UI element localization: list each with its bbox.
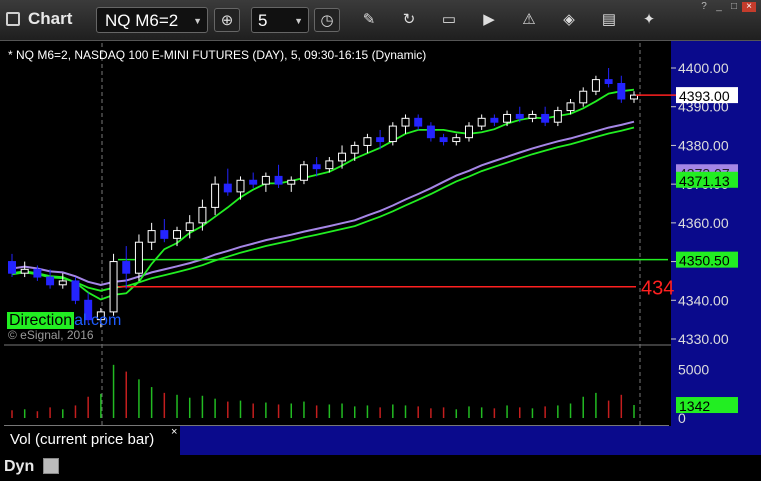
candle-body bbox=[439, 137, 448, 143]
candle-body bbox=[566, 102, 575, 112]
candle-body bbox=[541, 113, 550, 123]
candle-body bbox=[617, 82, 626, 100]
price-chart[interactable]: 434 4330.004340.004350.004360.004370.004… bbox=[0, 41, 761, 455]
candle-body bbox=[553, 110, 562, 123]
candle-body bbox=[376, 137, 385, 143]
candle-body bbox=[33, 268, 42, 278]
app-title: Chart bbox=[28, 9, 73, 28]
volume-study-label[interactable]: Vol (current price bar) bbox=[10, 431, 154, 448]
candle-body bbox=[211, 183, 220, 208]
candle-body bbox=[147, 230, 156, 243]
candle-body bbox=[477, 117, 486, 127]
candle-body bbox=[414, 117, 423, 127]
candle-body bbox=[579, 90, 588, 104]
chart-header: * NQ M6=2, NASDAQ 100 E-MINI FUTURES (DA… bbox=[8, 48, 427, 62]
volume-tag: 1342 bbox=[679, 398, 710, 414]
symbol-value: NQ M6=2 bbox=[105, 11, 179, 30]
candle-body bbox=[71, 280, 80, 301]
target-icon[interactable]: ⊕ bbox=[214, 8, 240, 32]
comment-icon[interactable]: ▤ bbox=[596, 8, 622, 32]
volume-tick-label: 5000 bbox=[678, 362, 709, 378]
candle-body bbox=[109, 261, 118, 313]
candle-body bbox=[122, 261, 131, 274]
candle-body bbox=[236, 179, 245, 193]
candle-body bbox=[134, 241, 143, 274]
candle-body bbox=[20, 268, 29, 274]
candle-body bbox=[528, 113, 537, 119]
price-tag-level-green: 4350.50 bbox=[679, 253, 730, 269]
candle-body bbox=[591, 79, 600, 92]
clock-icon[interactable]: ◷ bbox=[314, 8, 340, 32]
candle-body bbox=[312, 164, 321, 170]
y-tick-label: 4360.00 bbox=[678, 215, 729, 231]
interval-value: 5 bbox=[258, 11, 268, 30]
symbol-input[interactable]: NQ M6=2 ▼ bbox=[96, 7, 208, 33]
y-tick-label: 4380.00 bbox=[678, 137, 729, 153]
window-menu-icon[interactable] bbox=[6, 12, 20, 26]
candle-body bbox=[185, 222, 194, 232]
alert-icon[interactable]: ⚠ bbox=[516, 8, 542, 32]
price-tag-last: 4393.00 bbox=[679, 88, 730, 104]
candle-body bbox=[287, 179, 296, 185]
settings-icon[interactable] bbox=[43, 458, 59, 474]
pencil-icon[interactable]: ✎ bbox=[356, 8, 382, 32]
candle-body bbox=[249, 179, 258, 185]
y-tick-label: 4400.00 bbox=[678, 60, 729, 76]
candle-body bbox=[401, 117, 410, 127]
candle-body bbox=[299, 164, 308, 181]
candle-body bbox=[173, 230, 182, 239]
watermark-part-b: al.com bbox=[74, 312, 122, 329]
toolbar: Chart NQ M6=2 ▼ ⊕ 5 ▼ ◷ ✎ ↻ ▭ ▶ ⚠ ◈ ▤ ✦ … bbox=[0, 0, 761, 41]
minimize-button[interactable]: _ bbox=[712, 2, 726, 12]
chevron-down-icon[interactable]: ▼ bbox=[193, 8, 202, 34]
price-tag-green-ma: 4371.13 bbox=[679, 173, 730, 189]
close-button[interactable]: × bbox=[742, 2, 756, 12]
play-icon[interactable]: ▶ bbox=[476, 8, 502, 32]
candle-body bbox=[515, 113, 524, 119]
candle-body bbox=[223, 183, 232, 193]
candle-body bbox=[604, 79, 613, 84]
mode-label[interactable]: Dyn bbox=[4, 458, 34, 476]
close-icon[interactable]: × bbox=[171, 426, 177, 438]
copyright-text: © eSignal, 2016 bbox=[8, 328, 94, 342]
watermark-part-a: Direction bbox=[7, 312, 75, 329]
candle-body bbox=[160, 230, 169, 239]
refresh-icon[interactable]: ↻ bbox=[396, 8, 422, 32]
candle-body bbox=[503, 113, 512, 123]
y-tick-label: 4340.00 bbox=[678, 292, 729, 308]
candle-body bbox=[426, 125, 435, 139]
candle-body bbox=[388, 125, 397, 143]
candle-body bbox=[198, 206, 207, 224]
candle-body bbox=[8, 261, 16, 274]
chevron-down-icon[interactable]: ▼ bbox=[294, 8, 303, 34]
study-bar bbox=[180, 426, 671, 455]
candle-body bbox=[274, 175, 283, 185]
help-button[interactable]: ? bbox=[697, 2, 711, 12]
maximize-button[interactable]: □ bbox=[727, 2, 741, 12]
candle-body bbox=[490, 117, 499, 123]
candle-body bbox=[261, 175, 270, 185]
interval-input[interactable]: 5 ▼ bbox=[251, 7, 309, 33]
candle-body bbox=[363, 137, 372, 146]
get-icon[interactable]: ▭ bbox=[436, 8, 462, 32]
red-level-label: 434 bbox=[641, 278, 674, 300]
candle-body bbox=[338, 152, 347, 162]
candle-body bbox=[350, 144, 359, 154]
twitter-icon[interactable]: ✦ bbox=[636, 8, 662, 32]
candle-body bbox=[452, 137, 461, 143]
y-tick-label: 4330.00 bbox=[678, 331, 729, 347]
candle-body bbox=[325, 160, 334, 170]
tag-icon[interactable]: ◈ bbox=[556, 8, 582, 32]
candle-body bbox=[46, 276, 55, 286]
candle-body bbox=[464, 125, 473, 139]
candle-body bbox=[58, 280, 67, 286]
